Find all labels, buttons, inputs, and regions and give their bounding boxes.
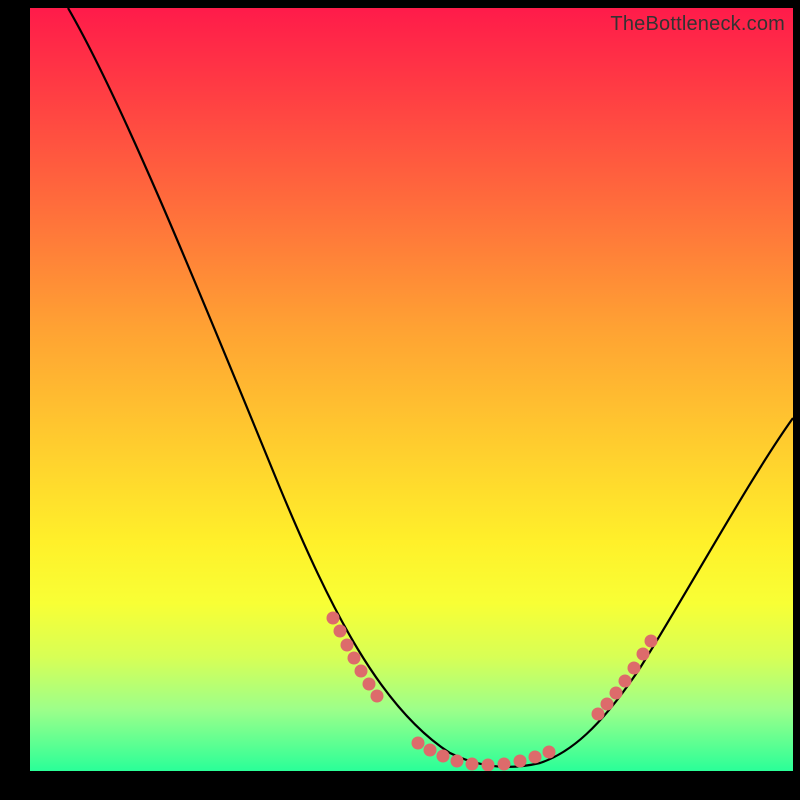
chart-svg bbox=[30, 8, 793, 771]
chart-container: TheBottleneck.com bbox=[0, 0, 800, 800]
dots-right-cluster bbox=[592, 635, 658, 721]
bottleneck-curve bbox=[68, 8, 793, 767]
dots-left-cluster bbox=[327, 612, 384, 703]
plot-area: TheBottleneck.com bbox=[30, 8, 793, 771]
